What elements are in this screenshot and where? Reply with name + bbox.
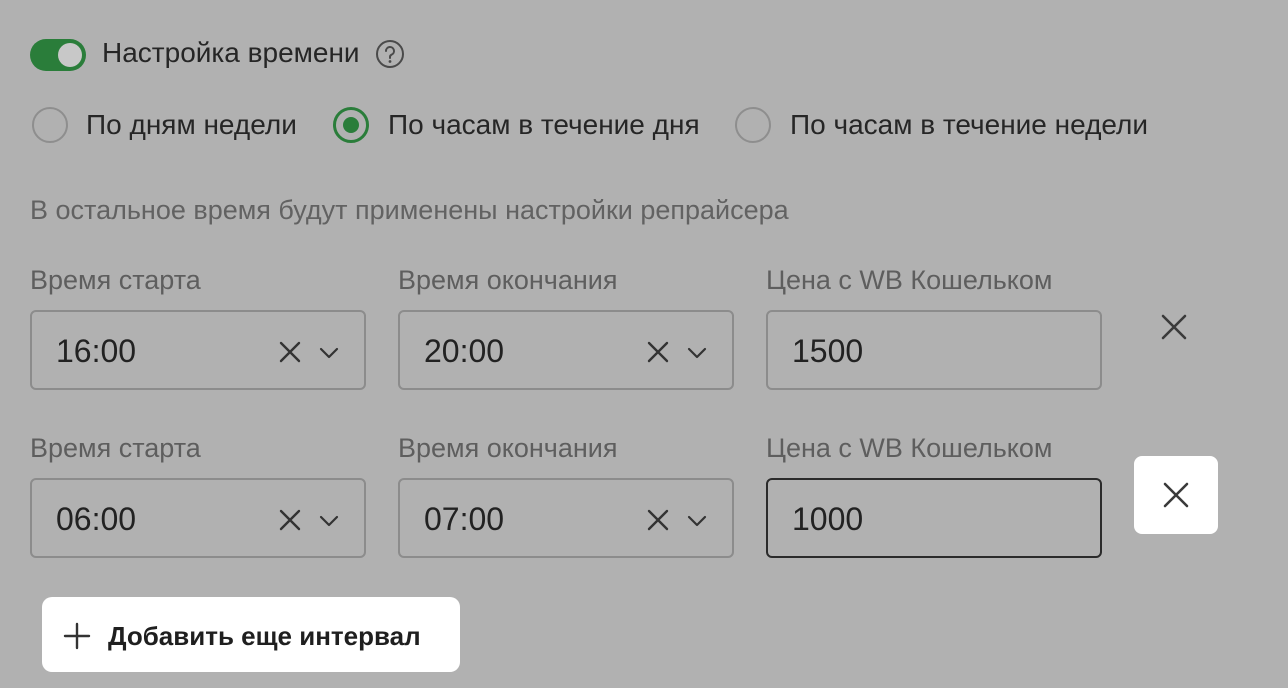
repricer-hint: В остальное время будут применены настро… [30, 195, 789, 225]
plus-icon [63, 622, 91, 650]
clear-icon[interactable] [644, 338, 672, 366]
chevron-down-icon[interactable] [316, 508, 342, 534]
chevron-down-icon[interactable] [316, 340, 342, 366]
radio-by-hours-week-label[interactable]: По часам в течение недели [790, 108, 1148, 142]
add-interval-button[interactable]: Добавить еще интервал [42, 597, 460, 672]
add-interval-label: Добавить еще интервал [108, 621, 421, 651]
close-icon [1163, 482, 1189, 508]
chevron-down-icon[interactable] [684, 340, 710, 366]
start-time-label: Время старта [30, 265, 201, 295]
radio-by-hours-day-label[interactable]: По часам в течение дня [388, 108, 700, 142]
radio-by-weekdays-label[interactable]: По дням недели [86, 108, 297, 142]
chevron-down-icon[interactable] [684, 508, 710, 534]
remove-interval-button[interactable] [1132, 288, 1216, 366]
clear-icon[interactable] [644, 506, 672, 534]
price-input[interactable]: 1500 [766, 310, 1102, 390]
question-circle-icon[interactable] [375, 39, 405, 69]
end-time-label: Время окончания [398, 265, 618, 295]
time-setting-label: Настройка времени [102, 37, 360, 68]
end-time-select[interactable]: 07:00 [398, 478, 734, 558]
radio-by-weekdays[interactable] [32, 107, 68, 143]
radio-by-hours-week[interactable] [735, 107, 771, 143]
end-time-label: Время окончания [398, 433, 618, 463]
close-icon [1161, 314, 1187, 340]
toggle-knob [58, 43, 82, 67]
remove-interval-button[interactable] [1134, 456, 1218, 534]
clear-icon[interactable] [276, 338, 304, 366]
price-value: 1000 [792, 501, 864, 537]
radio-by-hours-day[interactable] [333, 107, 369, 143]
start-time-select[interactable]: 06:00 [30, 478, 366, 558]
price-value: 1500 [792, 333, 864, 369]
price-input[interactable]: 1000 [766, 478, 1102, 558]
end-time-select[interactable]: 20:00 [398, 310, 734, 390]
start-time-value: 16:00 [56, 333, 137, 369]
start-time-value: 06:00 [56, 501, 137, 537]
start-time-select[interactable]: 16:00 [30, 310, 366, 390]
end-time-value: 07:00 [424, 501, 505, 537]
end-time-value: 20:00 [424, 333, 505, 369]
time-setting-toggle[interactable] [30, 39, 86, 71]
clear-icon[interactable] [276, 506, 304, 534]
price-label: Цена с WB Кошельком [766, 433, 1053, 463]
start-time-label: Время старта [30, 433, 201, 463]
price-label: Цена с WB Кошельком [766, 265, 1053, 295]
